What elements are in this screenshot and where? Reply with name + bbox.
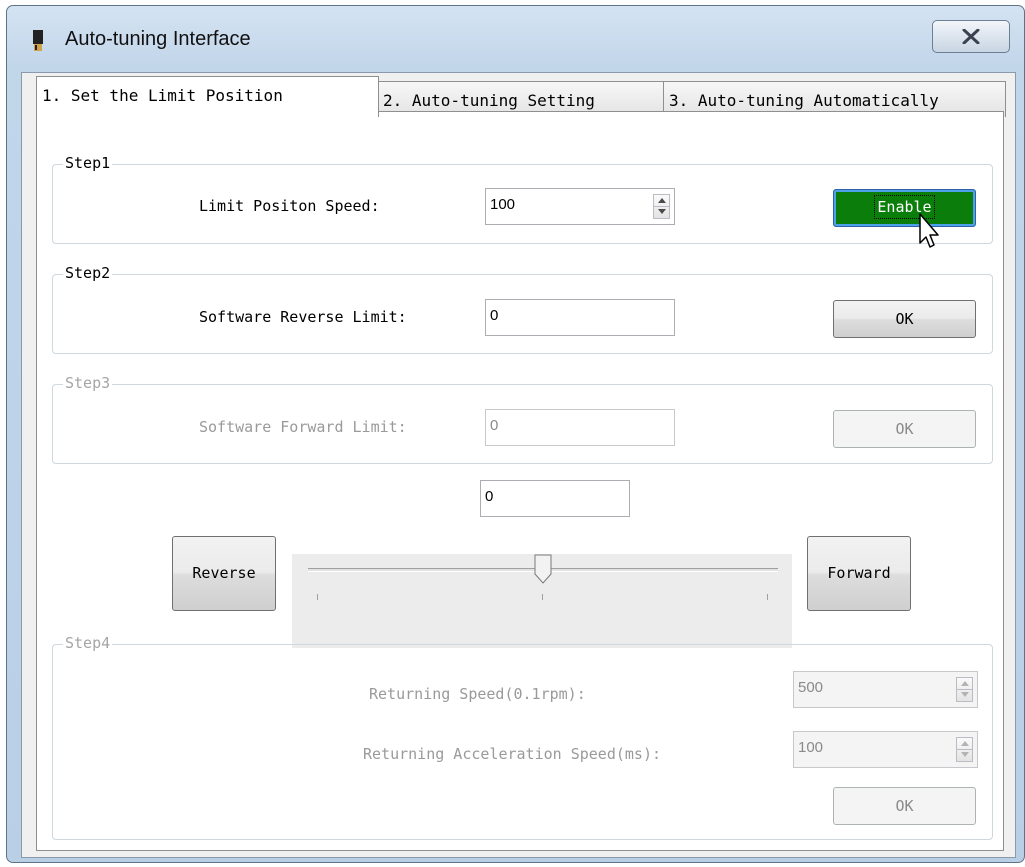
jog-slider[interactable]: [292, 554, 792, 648]
client-area: 1. Set the Limit Position 2. Auto-tuning…: [21, 72, 1016, 858]
returning-speed-spinner[interactable]: [956, 677, 973, 702]
window-title: Auto-tuning Interface: [65, 28, 251, 50]
returning-accel-label: Returning Acceleration Speed(ms):: [363, 745, 662, 763]
step3-ok-button[interactable]: OK: [833, 410, 976, 448]
jog-position-value: 0: [485, 488, 494, 505]
slider-tick: [542, 594, 543, 600]
reverse-limit-label: Software Reverse Limit:: [199, 308, 407, 326]
close-icon: [962, 29, 980, 44]
close-button[interactable]: [932, 20, 1010, 53]
returning-speed-input[interactable]: 500: [793, 671, 978, 708]
forward-button[interactable]: Forward: [807, 536, 911, 611]
title-bar[interactable]: Auto-tuning Interface: [7, 6, 1024, 72]
limit-speed-value: 100: [490, 196, 516, 213]
reverse-button[interactable]: Reverse: [172, 536, 276, 611]
app-icon: [33, 30, 43, 51]
jog-position-input[interactable]: 0: [480, 480, 630, 517]
step4-ok-button[interactable]: OK: [833, 787, 976, 825]
slider-tick: [767, 594, 768, 600]
limit-speed-label: Limit Positon Speed:: [199, 197, 380, 215]
returning-accel-value: 100: [798, 739, 824, 756]
tab-set-limit-position[interactable]: 1. Set the Limit Position: [36, 76, 379, 117]
slider-tick: [317, 594, 318, 600]
returning-speed-label: Returning Speed(0.1rpm):: [369, 685, 586, 703]
returning-speed-value: 500: [798, 679, 824, 696]
returning-accel-input[interactable]: 100: [793, 731, 978, 768]
reverse-limit-input[interactable]: 0: [485, 299, 675, 336]
step1-title: Step1: [63, 154, 113, 172]
step2-ok-button[interactable]: OK: [833, 300, 976, 338]
limit-speed-spinner[interactable]: [653, 194, 670, 219]
forward-limit-value: 0: [490, 417, 499, 434]
forward-limit-input[interactable]: 0: [485, 409, 675, 446]
step3-title: Step3: [63, 374, 113, 392]
reverse-limit-value: 0: [490, 307, 499, 324]
limit-speed-input[interactable]: 100: [485, 188, 675, 225]
returning-accel-spinner[interactable]: [956, 737, 973, 762]
forward-limit-label: Software Forward Limit:: [199, 418, 407, 436]
step2-title: Step2: [63, 264, 113, 282]
mouse-cursor-icon: [919, 213, 939, 248]
slider-thumb[interactable]: [534, 554, 552, 584]
dialog-window: Auto-tuning Interface 1. Set the Limit P…: [6, 5, 1025, 863]
step4-title: Step4: [63, 634, 113, 652]
enable-button[interactable]: Enable: [833, 189, 976, 227]
